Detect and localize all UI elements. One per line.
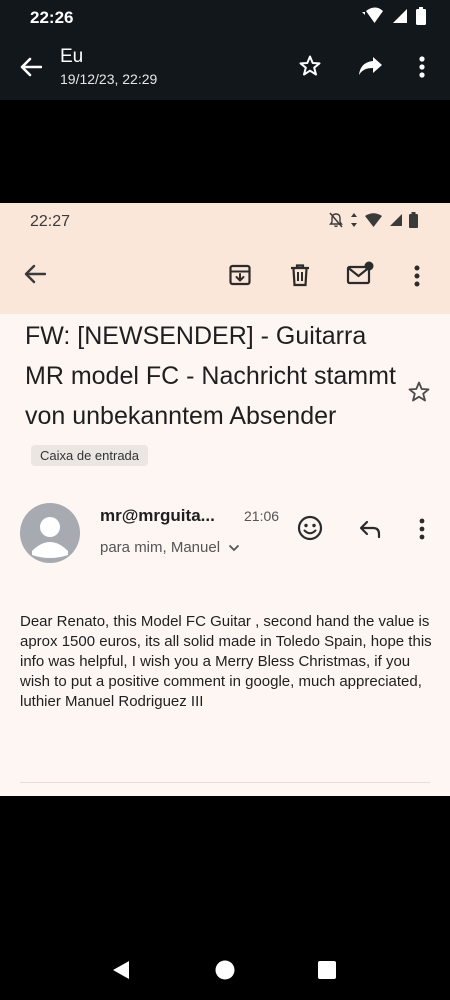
back-triangle-icon[interactable] [108, 957, 134, 983]
more-vert-icon[interactable] [410, 52, 434, 82]
inner-email-screenshot: 22:27 FW: [NEWSENDER] - Guitarra MR mode… [0, 203, 450, 796]
mark-unread-icon[interactable] [344, 259, 376, 289]
outer-subtitle: 19/12/23, 22:29 [60, 71, 158, 87]
recents-square-icon[interactable] [314, 957, 340, 983]
more-vert-icon[interactable] [406, 261, 428, 291]
star-icon[interactable] [296, 52, 324, 80]
back-arrow-icon[interactable] [16, 52, 46, 82]
mute-icon [328, 212, 344, 233]
email-subject: FW: [NEWSENDER] - Guitarra MR model FC -… [25, 316, 405, 476]
inner-status-time: 22:27 [30, 213, 71, 230]
recipients-toggle[interactable]: para mim, Manuel [100, 539, 240, 556]
recipients-text: para mim, Manuel [100, 539, 221, 556]
signal-icon [389, 213, 403, 232]
outer-status-time: 22:26 [30, 8, 74, 27]
emoji-icon[interactable] [296, 514, 324, 542]
data-icon [350, 212, 358, 233]
email-time: 21:06 [244, 508, 280, 524]
share-icon[interactable] [356, 52, 386, 80]
chevron-down-icon [228, 539, 240, 556]
home-circle-icon[interactable] [212, 957, 238, 983]
email-subject-text: FW: [NEWSENDER] - Guitarra MR model FC -… [25, 322, 396, 430]
battery-icon [409, 212, 418, 233]
signal-icon [392, 8, 408, 29]
wifi-icon [364, 212, 383, 233]
battery-icon [416, 6, 426, 30]
back-arrow-icon[interactable] [22, 261, 48, 287]
email-body: Dear Renato, this Model FC Guitar , seco… [20, 613, 432, 710]
divider [20, 782, 430, 783]
outer-status-icons [360, 6, 426, 30]
inner-status-icons [328, 212, 418, 233]
avatar[interactable] [20, 503, 80, 563]
outer-title: Eu [60, 46, 84, 67]
delete-icon[interactable] [286, 261, 314, 289]
archive-icon[interactable] [226, 261, 254, 289]
wifi-icon [360, 7, 384, 30]
star-outline-icon[interactable] [405, 378, 433, 406]
reply-icon[interactable] [356, 516, 384, 542]
sender-address[interactable]: mr@mrguita... [100, 506, 215, 526]
more-vert-icon[interactable] [412, 515, 432, 543]
inbox-label-chip[interactable]: Caixa de entrada [31, 445, 149, 466]
